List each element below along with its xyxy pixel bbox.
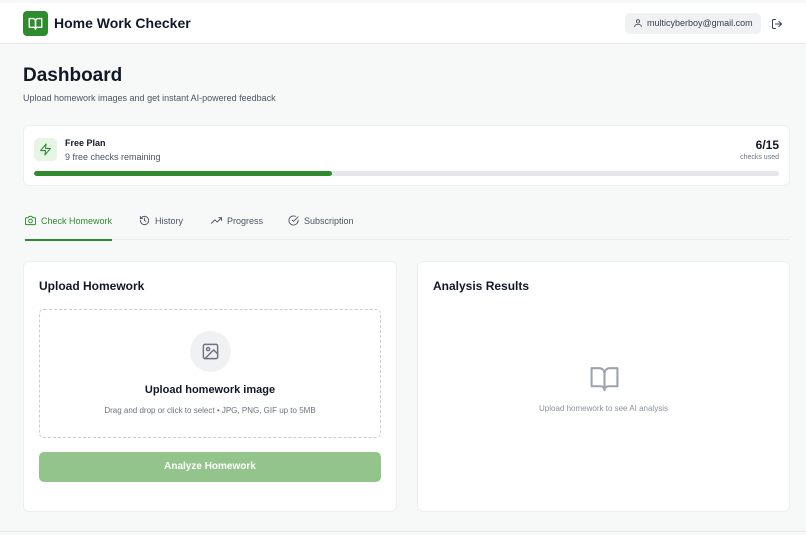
tab-label: Progress <box>227 216 264 226</box>
open-book-icon <box>28 17 43 30</box>
lightning-icon <box>40 143 51 156</box>
logout-icon <box>772 19 782 29</box>
page-subtitle: Upload homework images and get instant A… <box>23 93 276 103</box>
user-email: multicyberboy@gmail.com <box>647 18 753 28</box>
analyze-homework-button[interactable]: Analyze Homework <box>39 452 381 482</box>
check-circle-icon <box>288 215 299 226</box>
checks-used-label: checks used <box>740 154 779 161</box>
checks-used-count: 6/15 <box>755 138 779 152</box>
main-tabs: Check Homework History Progress Subscrip… <box>23 208 790 241</box>
app-title[interactable]: Home Work Checker <box>54 15 191 31</box>
logout-button[interactable] <box>771 17 783 35</box>
image-icon <box>202 343 219 360</box>
upload-card-title: Upload Homework <box>39 279 145 293</box>
tab-label: History <box>155 216 184 226</box>
usage-progress-bar <box>34 171 779 176</box>
tab-label: Check Homework <box>41 216 113 226</box>
upload-homework-card: Upload Homework Upload homework image Dr… <box>23 261 397 512</box>
plan-usage-card: Free Plan 9 free checks remaining 6/15 c… <box>23 125 790 186</box>
tab-label: Subscription <box>304 216 354 226</box>
dropzone-title: Upload homework image <box>144 384 276 396</box>
open-book-icon <box>590 367 619 392</box>
upload-dropzone[interactable]: Upload homework image Drag and drop or c… <box>39 309 381 438</box>
tab-check-homework[interactable]: Check Homework <box>25 208 113 241</box>
plan-icon-badge <box>34 138 57 161</box>
results-empty-text: Upload homework to see AI analysis <box>539 404 668 413</box>
history-icon <box>139 215 150 226</box>
camera-icon <box>25 215 36 226</box>
dropzone-hint: Drag and drop or click to select • JPG, … <box>104 406 316 415</box>
page-bottom-divider <box>0 531 806 532</box>
plan-name: Free Plan <box>65 138 106 148</box>
page-title: Dashboard <box>23 65 123 86</box>
trending-up-icon <box>211 217 222 224</box>
plan-remaining-text: 9 free checks remaining <box>65 152 161 162</box>
tab-subscription[interactable]: Subscription <box>288 208 354 240</box>
app-logo[interactable] <box>23 11 48 36</box>
results-card-title: Analysis Results <box>433 279 530 293</box>
tab-history[interactable]: History <box>139 208 183 240</box>
user-account-chip[interactable]: multicyberboy@gmail.com <box>625 13 761 34</box>
analysis-results-card: Analysis Results Upload homework to see … <box>417 261 790 512</box>
usage-progress-fill <box>34 171 332 176</box>
dropzone-icon-circle <box>190 331 231 372</box>
user-icon <box>634 19 642 28</box>
tab-progress[interactable]: Progress <box>211 208 263 240</box>
top-header: Home Work Checker multicyberboy@gmail.co… <box>0 3 806 44</box>
